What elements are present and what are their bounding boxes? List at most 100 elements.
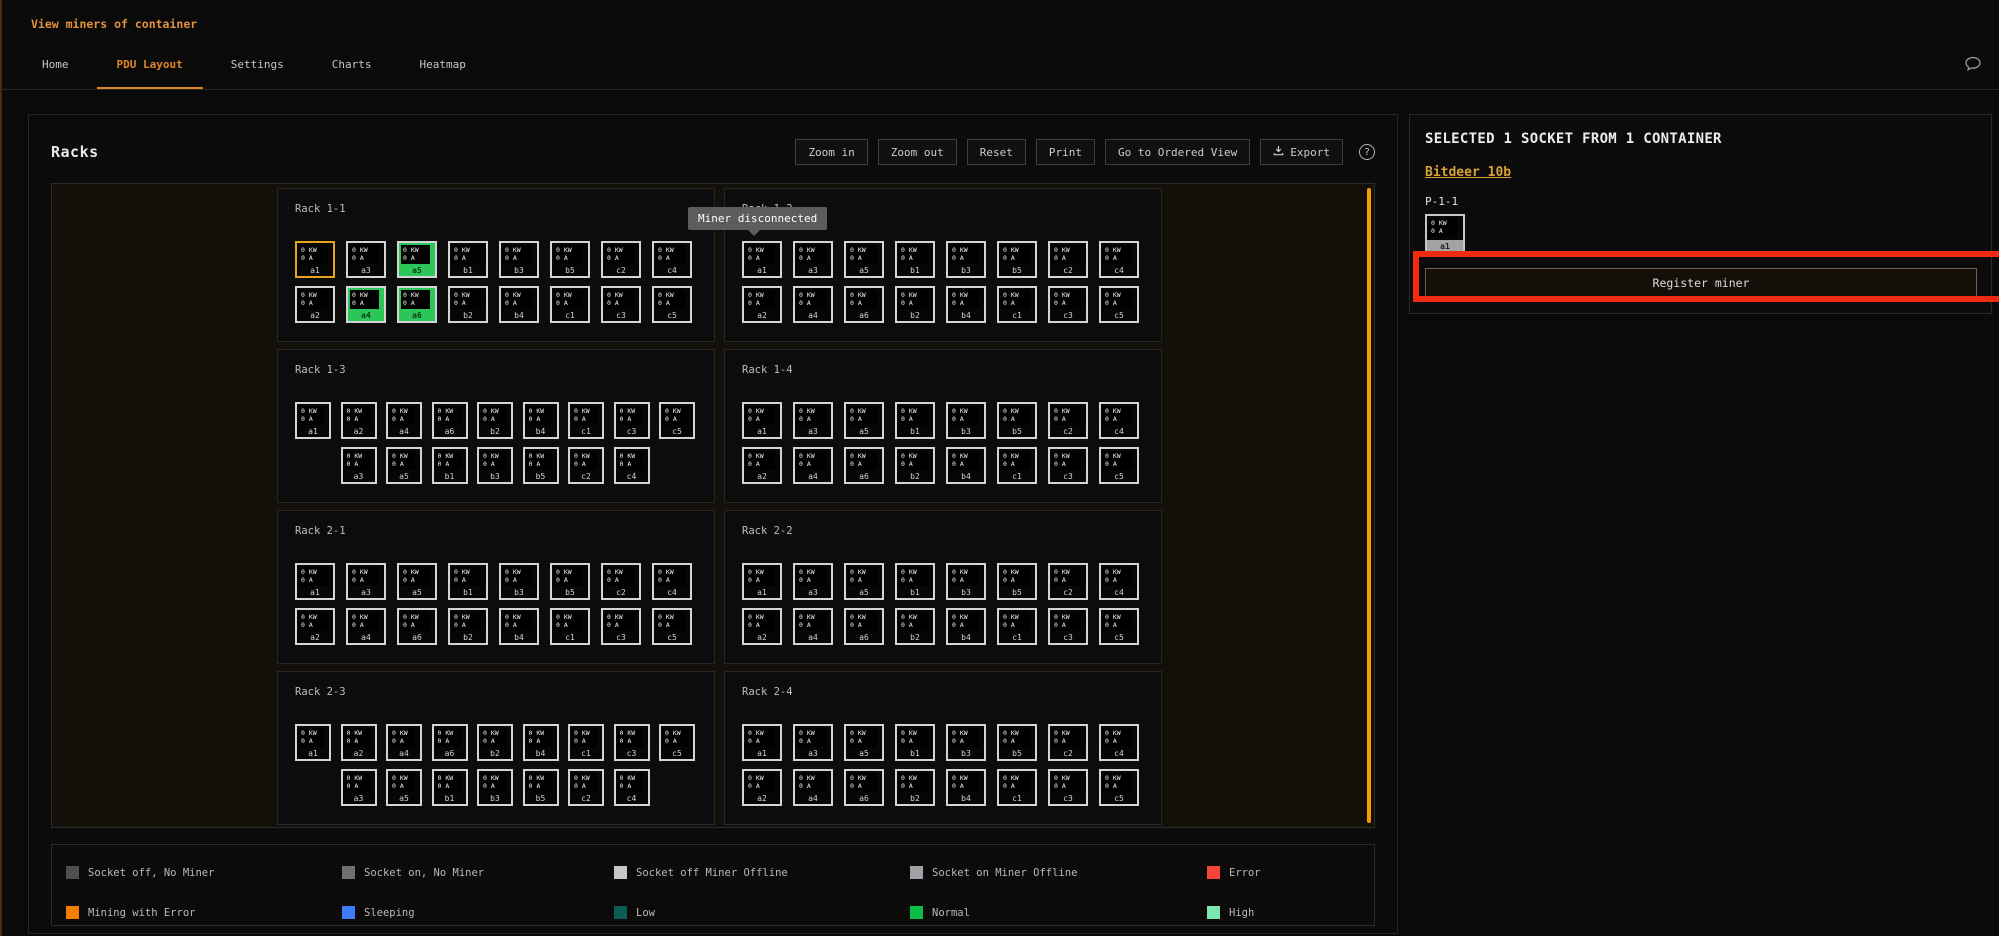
- tab-pdu-layout[interactable]: PDU Layout: [97, 40, 203, 89]
- socket-rack-1-2-c3[interactable]: 0 KW0 Ac3: [1048, 286, 1088, 323]
- socket-rack-1-1-a3[interactable]: 0 KW0 Aa3: [346, 241, 386, 278]
- socket-rack-2-2-b3[interactable]: 0 KW0 Ab3: [946, 563, 986, 600]
- socket-rack-1-4-c2[interactable]: 0 KW0 Ac2: [1048, 402, 1088, 439]
- socket-rack-1-3-b3[interactable]: 0 KW0 Ab3: [477, 447, 513, 484]
- socket-rack-2-1-b2[interactable]: 0 KW0 Ab2: [448, 608, 488, 645]
- socket-rack-2-3-a2[interactable]: 0 KW0 Aa2: [341, 724, 377, 761]
- socket-rack-2-3-b1[interactable]: 0 KW0 Ab1: [432, 769, 468, 806]
- container-link[interactable]: Bitdeer 10b: [1425, 165, 1511, 180]
- socket-rack-1-2-c1[interactable]: 0 KW0 Ac1: [997, 286, 1037, 323]
- socket-rack-2-3-b3[interactable]: 0 KW0 Ab3: [477, 769, 513, 806]
- socket-rack-1-3-c3[interactable]: 0 KW0 Ac3: [614, 402, 650, 439]
- socket-rack-1-1-b4[interactable]: 0 KW0 Ab4: [499, 286, 539, 323]
- socket-rack-2-3-b4[interactable]: 0 KW0 Ab4: [523, 724, 559, 761]
- socket-rack-1-4-a4[interactable]: 0 KW0 Aa4: [793, 447, 833, 484]
- socket-rack-1-1-b3[interactable]: 0 KW0 Ab3: [499, 241, 539, 278]
- socket-rack-1-3-b4[interactable]: 0 KW0 Ab4: [523, 402, 559, 439]
- socket-rack-1-3-c1[interactable]: 0 KW0 Ac1: [568, 402, 604, 439]
- socket-rack-1-1-b2[interactable]: 0 KW0 Ab2: [448, 286, 488, 323]
- tab-heatmap[interactable]: Heatmap: [399, 40, 485, 89]
- go-to-ordered-view-button[interactable]: Go to Ordered View: [1105, 139, 1250, 165]
- socket-rack-2-2-a6[interactable]: 0 KW0 Aa6: [844, 608, 884, 645]
- socket-rack-1-4-c4[interactable]: 0 KW0 Ac4: [1099, 402, 1139, 439]
- socket-rack-1-3-b2[interactable]: 0 KW0 Ab2: [477, 402, 513, 439]
- socket-rack-2-3-a5[interactable]: 0 KW0 Aa5: [386, 769, 422, 806]
- socket-rack-1-3-b5[interactable]: 0 KW0 Ab5: [523, 447, 559, 484]
- socket-rack-2-3-c2[interactable]: 0 KW0 Ac2: [568, 769, 604, 806]
- socket-rack-2-3-a1[interactable]: 0 KW0 Aa1: [295, 724, 331, 761]
- socket-rack-2-4-b2[interactable]: 0 KW0 Ab2: [895, 769, 935, 806]
- socket-rack-1-4-b5[interactable]: 0 KW0 Ab5: [997, 402, 1037, 439]
- socket-rack-2-4-a2[interactable]: 0 KW0 Aa2: [742, 769, 782, 806]
- socket-rack-1-4-c1[interactable]: 0 KW0 Ac1: [997, 447, 1037, 484]
- socket-rack-1-3-c2[interactable]: 0 KW0 Ac2: [568, 447, 604, 484]
- socket-rack-1-3-b1[interactable]: 0 KW0 Ab1: [432, 447, 468, 484]
- socket-rack-1-2-c2[interactable]: 0 KW0 Ac2: [1048, 241, 1088, 278]
- socket-rack-2-3-a6[interactable]: 0 KW0 Aa6: [432, 724, 468, 761]
- socket-rack-2-3-a4[interactable]: 0 KW0 Aa4: [386, 724, 422, 761]
- socket-rack-2-2-a2[interactable]: 0 KW0 Aa2: [742, 608, 782, 645]
- socket-rack-2-2-c3[interactable]: 0 KW0 Ac3: [1048, 608, 1088, 645]
- socket-rack-2-1-b4[interactable]: 0 KW0 Ab4: [499, 608, 539, 645]
- socket-rack-1-2-a2[interactable]: 0 KW0 Aa2: [742, 286, 782, 323]
- socket-rack-1-4-a5[interactable]: 0 KW0 Aa5: [844, 402, 884, 439]
- socket-rack-2-2-b1[interactable]: 0 KW0 Ab1: [895, 563, 935, 600]
- socket-rack-2-1-a3[interactable]: 0 KW0 Aa3: [346, 563, 386, 600]
- socket-rack-1-1-b1[interactable]: 0 KW0 Ab1: [448, 241, 488, 278]
- socket-rack-2-4-a1[interactable]: 0 KW0 Aa1: [742, 724, 782, 761]
- socket-rack-1-1-a6[interactable]: 0 KW0 Aa6: [397, 286, 437, 323]
- socket-rack-1-2-a3[interactable]: 0 KW0 Aa3: [793, 241, 833, 278]
- socket-rack-1-2-a5[interactable]: 0 KW0 Aa5: [844, 241, 884, 278]
- socket-rack-1-4-c3[interactable]: 0 KW0 Ac3: [1048, 447, 1088, 484]
- socket-rack-2-1-c1[interactable]: 0 KW0 Ac1: [550, 608, 590, 645]
- socket-rack-1-4-a2[interactable]: 0 KW0 Aa2: [742, 447, 782, 484]
- socket-rack-2-4-c3[interactable]: 0 KW0 Ac3: [1048, 769, 1088, 806]
- socket-rack-1-1-b5[interactable]: 0 KW0 Ab5: [550, 241, 590, 278]
- socket-rack-2-1-a1[interactable]: 0 KW0 Aa1: [295, 563, 335, 600]
- socket-rack-2-4-b1[interactable]: 0 KW0 Ab1: [895, 724, 935, 761]
- socket-rack-1-2-b4[interactable]: 0 KW0 Ab4: [946, 286, 986, 323]
- socket-rack-2-2-b4[interactable]: 0 KW0 Ab4: [946, 608, 986, 645]
- socket-rack-2-2-c5[interactable]: 0 KW0 Ac5: [1099, 608, 1139, 645]
- socket-rack-1-3-a5[interactable]: 0 KW0 Aa5: [386, 447, 422, 484]
- socket-rack-2-4-c4[interactable]: 0 KW0 Ac4: [1099, 724, 1139, 761]
- socket-rack-1-3-a1[interactable]: 0 KW0 Aa1: [295, 402, 331, 439]
- socket-rack-1-3-a2[interactable]: 0 KW0 Aa2: [341, 402, 377, 439]
- socket-rack-1-4-a6[interactable]: 0 KW0 Aa6: [844, 447, 884, 484]
- socket-rack-1-4-c5[interactable]: 0 KW0 Ac5: [1099, 447, 1139, 484]
- socket-rack-1-4-a1[interactable]: 0 KW0 Aa1: [742, 402, 782, 439]
- socket-rack-2-2-c2[interactable]: 0 KW0 Ac2: [1048, 563, 1088, 600]
- socket-rack-2-4-c1[interactable]: 0 KW0 Ac1: [997, 769, 1037, 806]
- socket-rack-1-1-a4[interactable]: 0 KW0 Aa4: [346, 286, 386, 323]
- socket-rack-2-1-a4[interactable]: 0 KW0 Aa4: [346, 608, 386, 645]
- feedback-bubble-icon[interactable]: [1963, 54, 1983, 74]
- socket-rack-1-3-c5[interactable]: 0 KW0 Ac5: [659, 402, 695, 439]
- socket-rack-2-2-a4[interactable]: 0 KW0 Aa4: [793, 608, 833, 645]
- socket-rack-2-3-c3[interactable]: 0 KW0 Ac3: [614, 724, 650, 761]
- socket-rack-1-3-a6[interactable]: 0 KW0 Aa6: [432, 402, 468, 439]
- socket-rack-1-4-a3[interactable]: 0 KW0 Aa3: [793, 402, 833, 439]
- socket-rack-1-1-c5[interactable]: 0 KW0 Ac5: [652, 286, 692, 323]
- socket-rack-1-1-c4[interactable]: 0 KW0 Ac4: [652, 241, 692, 278]
- tab-charts[interactable]: Charts: [312, 40, 392, 89]
- socket-rack-2-4-a6[interactable]: 0 KW0 Aa6: [844, 769, 884, 806]
- print-button[interactable]: Print: [1036, 139, 1095, 165]
- zoom-out-button[interactable]: Zoom out: [878, 139, 957, 165]
- socket-rack-2-1-a5[interactable]: 0 KW0 Aa5: [397, 563, 437, 600]
- help-icon[interactable]: ?: [1359, 144, 1375, 160]
- socket-rack-1-1-c1[interactable]: 0 KW0 Ac1: [550, 286, 590, 323]
- socket-rack-2-1-c2[interactable]: 0 KW0 Ac2: [601, 563, 641, 600]
- socket-rack-1-1-c2[interactable]: 0 KW0 Ac2: [601, 241, 641, 278]
- socket-rack-1-1-a1[interactable]: 0 KW0 Aa1: [295, 241, 335, 278]
- socket-rack-2-1-a6[interactable]: 0 KW0 Aa6: [397, 608, 437, 645]
- socket-rack-1-4-b2[interactable]: 0 KW0 Ab2: [895, 447, 935, 484]
- socket-rack-2-4-b4[interactable]: 0 KW0 Ab4: [946, 769, 986, 806]
- socket-rack-1-2-b1[interactable]: 0 KW0 Ab1: [895, 241, 935, 278]
- reset-button[interactable]: Reset: [967, 139, 1026, 165]
- socket-rack-1-1-a2[interactable]: 0 KW0 Aa2: [295, 286, 335, 323]
- socket-rack-2-2-b5[interactable]: 0 KW0 Ab5: [997, 563, 1037, 600]
- socket-rack-1-2-b3[interactable]: 0 KW0 Ab3: [946, 241, 986, 278]
- socket-rack-2-1-a2[interactable]: 0 KW0 Aa2: [295, 608, 335, 645]
- viewport-scrollbar[interactable]: [1367, 188, 1371, 823]
- socket-rack-2-3-b2[interactable]: 0 KW0 Ab2: [477, 724, 513, 761]
